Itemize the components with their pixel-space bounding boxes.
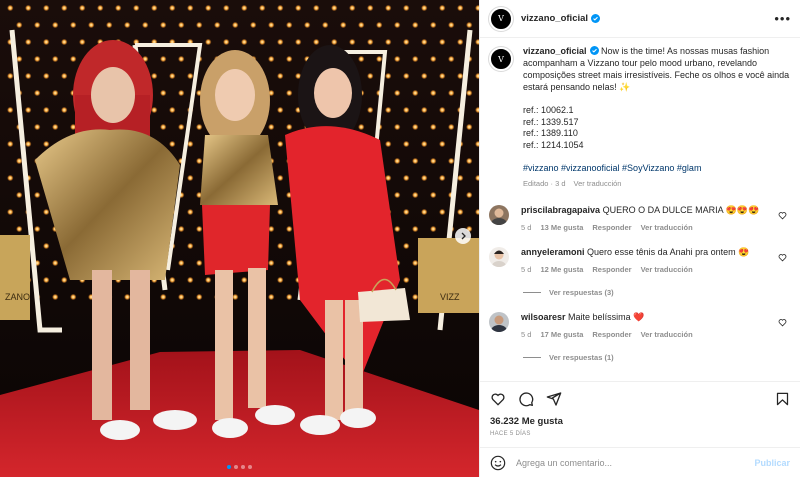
emoji-icon[interactable] — [490, 455, 506, 471]
view-replies-button[interactable]: Ver respuestas (1) — [523, 353, 791, 362]
comment-input[interactable] — [516, 457, 755, 468]
comment-likes[interactable]: 17 Me gusta — [540, 330, 583, 339]
avatar[interactable]: V — [489, 6, 513, 31]
edited-label: Editado · 3 d — [523, 179, 566, 188]
post-panel: V vizzano_oficial ••• V vizzano_oficial … — [479, 0, 800, 477]
reply-button[interactable]: Responder — [592, 223, 631, 232]
translate-link[interactable]: Ver traducción — [641, 330, 693, 339]
username-link[interactable]: vizzano_oficial — [521, 13, 588, 24]
heart-icon[interactable] — [778, 318, 787, 327]
comment-username[interactable]: annyeleramoni — [521, 247, 585, 257]
comment-icon[interactable] — [518, 391, 534, 407]
comment-username[interactable]: priscilabragapaiva — [521, 205, 600, 215]
comment-likes[interactable]: 12 Me gusta — [540, 265, 583, 274]
translate-link[interactable]: Ver traducción — [641, 223, 693, 232]
comment-item: annyeleramoni Quero esse tênis da Anahi … — [489, 247, 791, 274]
more-options-icon[interactable]: ••• — [774, 11, 791, 26]
reply-button[interactable]: Responder — [592, 265, 631, 274]
translate-link[interactable]: Ver traducción — [641, 265, 693, 274]
product-ref: ref.: 1389.110 — [523, 128, 578, 138]
svg-text:ZANO: ZANO — [5, 292, 30, 302]
product-ref: ref.: 1214.1054 — [523, 139, 584, 150]
add-comment-bar: Publicar — [480, 447, 800, 477]
svg-text:VIZZ: VIZZ — [440, 292, 460, 302]
comment-age: 5 d — [521, 265, 532, 274]
carousel-dot — [241, 465, 245, 469]
action-bar — [480, 381, 800, 415]
comments-section[interactable]: V vizzano_oficial Now is the time! As no… — [480, 39, 800, 376]
comment-text: Quero esse tênis da Anahi pra ontem 😍 — [587, 247, 750, 257]
avatar[interactable]: V — [489, 47, 513, 71]
comment-age: 5 d — [521, 330, 532, 339]
view-replies-button[interactable]: Ver respuestas (3) — [523, 288, 791, 297]
comment-username[interactable]: wilsoaresr — [521, 312, 566, 322]
product-refs: ref.: 10062.1 ref.: 1339.517 ref.: 1389.… — [523, 105, 791, 151]
bookmark-icon[interactable] — [775, 391, 790, 407]
carousel-next-button[interactable] — [455, 228, 471, 244]
carousel-dot — [227, 465, 231, 469]
heart-icon[interactable] — [778, 211, 787, 220]
commenter-avatar[interactable] — [489, 205, 509, 225]
caption-username[interactable]: vizzano_oficial — [523, 46, 587, 56]
comment-text: Maite belíssima ❤️ — [568, 312, 645, 322]
post-caption: V vizzano_oficial Now is the time! As no… — [489, 45, 791, 190]
post-photo: ZANO VIZZ — [0, 0, 479, 477]
view-replies-label: Ver respuestas (1) — [549, 353, 614, 362]
verified-badge-icon — [591, 14, 601, 23]
reply-button[interactable]: Responder — [592, 330, 631, 339]
commenter-avatar[interactable] — [489, 247, 509, 267]
view-replies-label: Ver respuestas (3) — [549, 288, 614, 297]
commenter-avatar[interactable] — [489, 312, 509, 332]
comment-item: wilsoaresr Maite belíssima ❤️ 5 d 17 Me g… — [489, 312, 791, 339]
comment-text: QUERO O DA DULCE MARIA 😍😍😍 — [602, 205, 760, 215]
heart-icon[interactable] — [490, 391, 506, 407]
comment-age: 5 d — [521, 223, 532, 232]
carousel-dot — [248, 465, 252, 469]
heart-icon[interactable] — [778, 253, 787, 262]
like-count[interactable]: 36.232 Me gusta — [490, 416, 563, 427]
product-ref: ref.: 1339.517 — [523, 116, 579, 127]
post-header: V vizzano_oficial ••• — [480, 0, 800, 38]
comment-item: priscilabragapaiva QUERO O DA DULCE MARI… — [489, 205, 791, 232]
carousel-dot — [234, 465, 238, 469]
carousel-indicator — [0, 465, 479, 469]
comment-likes[interactable]: 13 Me gusta — [540, 223, 583, 232]
avatar-letter: V — [498, 54, 504, 64]
chevron-right-icon — [461, 232, 466, 240]
post-media[interactable]: ZANO VIZZ — [0, 0, 479, 477]
hashtags[interactable]: #vizzano #vizzanooficial #SoyVizzano #gl… — [523, 162, 791, 174]
verified-badge-icon — [589, 46, 599, 55]
avatar-letter: V — [498, 14, 504, 23]
post-time: HACE 5 DÍAS — [490, 431, 531, 437]
share-icon[interactable] — [546, 391, 562, 407]
translate-link[interactable]: Ver traducción — [574, 179, 622, 188]
post-comment-button[interactable]: Publicar — [754, 458, 790, 468]
product-ref: ref.: 10062.1 — [523, 105, 574, 115]
